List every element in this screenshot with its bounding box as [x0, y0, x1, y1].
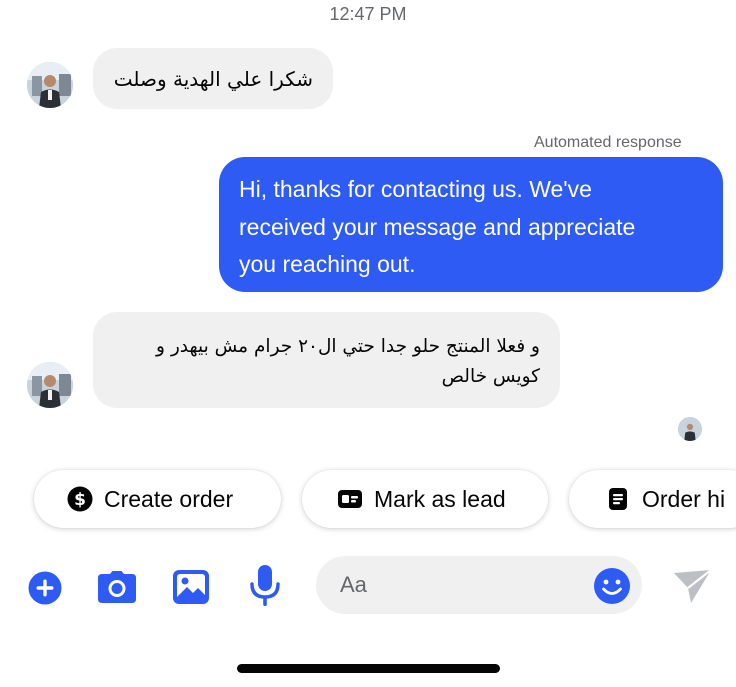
emoji-icon[interactable] [593, 567, 631, 605]
svg-text:$: $ [74, 490, 86, 510]
mark-as-lead-button[interactable]: Mark as lead [302, 470, 548, 528]
automated-response-label: Automated response [534, 134, 682, 151]
message-input-placeholder: Aa [340, 572, 367, 597]
message-text-line: received your message and appreciate [239, 213, 636, 240]
profile-photo-icon [27, 62, 73, 108]
message-text-line: و فعلا المنتج حلو جدا حتي ال٢٠ جرام مش ب… [156, 336, 540, 357]
gallery-icon[interactable] [171, 568, 211, 606]
chip-label: Mark as lead [374, 485, 506, 512]
dollar-circle-icon: $ [67, 486, 93, 512]
message-timestamp: 12:47 PM [329, 4, 407, 24]
message-text-line: كويس خالص [441, 366, 540, 387]
sender-avatar[interactable] [27, 62, 73, 108]
sender-avatar[interactable] [27, 362, 73, 408]
chip-label: Order hi [642, 485, 726, 512]
order-history-button[interactable]: Order hi [569, 470, 736, 528]
send-icon[interactable] [670, 566, 714, 606]
home-indicator [237, 664, 500, 673]
camera-icon[interactable] [96, 568, 138, 606]
read-receipt-avatar [678, 417, 702, 441]
profile-photo-icon [27, 362, 73, 408]
incoming-message-bubble[interactable]: و فعلا المنتج حلو جدا حتي ال٢٠ جرام مش ب… [93, 312, 560, 408]
chip-label: Create order [104, 485, 234, 512]
message-text: شكرا علي الهدية وصلت [113, 67, 313, 91]
message-text-line: you reaching out. [239, 251, 416, 277]
microphone-icon[interactable] [248, 564, 282, 608]
profile-photo-icon [678, 417, 702, 441]
document-list-icon [605, 486, 631, 512]
message-text-line: Hi, thanks for contacting us. We've [239, 176, 592, 202]
outgoing-message-bubble[interactable]: Hi, thanks for contacting us. We've rece… [219, 157, 723, 292]
plus-circle-icon[interactable] [27, 570, 63, 606]
create-order-button[interactable]: $ Create order [34, 470, 281, 528]
id-card-icon [337, 486, 363, 512]
incoming-message-bubble[interactable]: شكرا علي الهدية وصلت [93, 48, 333, 109]
